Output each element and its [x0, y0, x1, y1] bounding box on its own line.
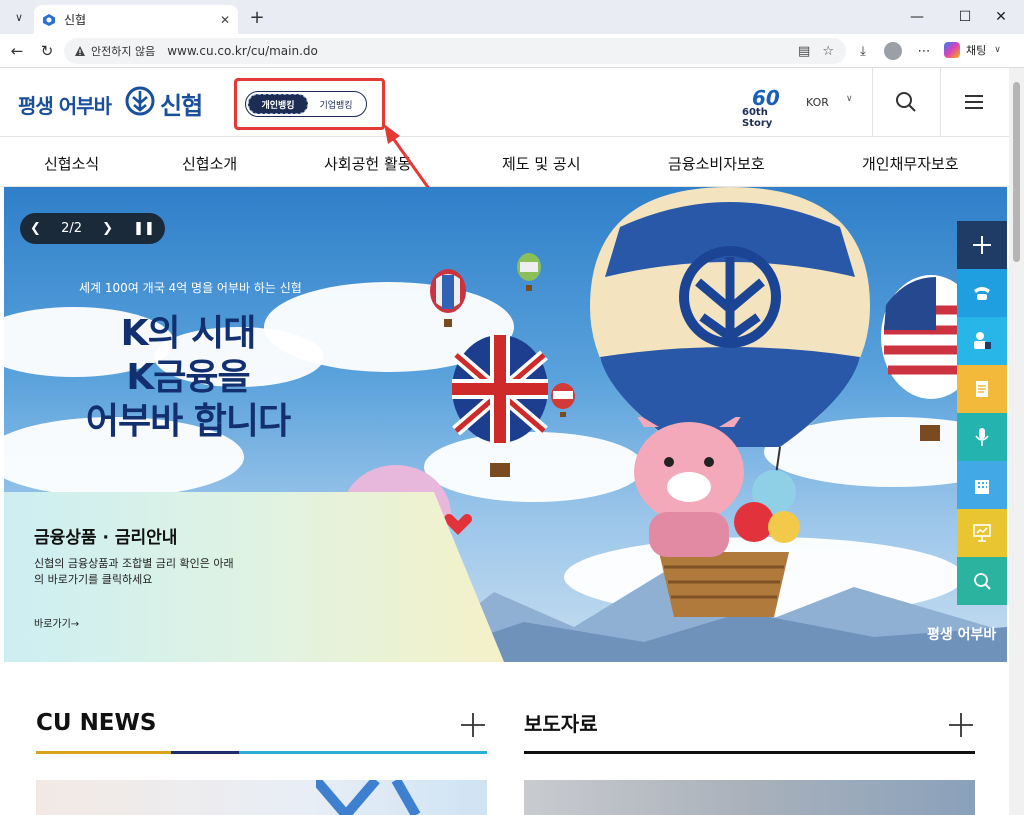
nav-item-disclosure[interactable]: 제도 및 공시 [502, 153, 581, 174]
slide-pause-icon[interactable]: ❚❚ [133, 221, 155, 236]
reload-icon[interactable]: ↻ [36, 40, 58, 62]
cu-news-title: CU NEWS [36, 710, 157, 736]
cu-news-more-plus-icon[interactable] [460, 712, 486, 738]
hero-title-line: K금융을 [126, 357, 250, 398]
logo-text[interactable]: 신협 [160, 86, 203, 121]
url-text[interactable]: www.cu.co.kr/cu/main.do [167, 44, 798, 58]
balloon-small-image [430, 269, 466, 327]
address-bar: ← ↻ 안전하지 않음 www.cu.co.kr/cu/main.do ▤ ☆ … [0, 34, 1024, 68]
small-characters-image [734, 470, 800, 543]
hero-title: K의 시대 K금융을 어부바 합니다 [68, 312, 308, 444]
profile-avatar[interactable] [884, 42, 902, 60]
copilot-icon [944, 42, 960, 58]
hero-title-line: 어부바 합니다 [85, 401, 291, 442]
more-menu-icon[interactable]: ⋯ [914, 41, 934, 61]
story-label: 60th Story [742, 107, 773, 129]
slide-prev-icon[interactable]: ❮ [30, 221, 41, 236]
cu-favicon-icon [42, 13, 56, 27]
slider-controls: ❮ 2/2 ❯ ❚❚ [20, 213, 165, 244]
hero-slogan: 평생 어부바 [927, 627, 997, 643]
quick-search-button[interactable] [957, 557, 1007, 605]
tab-title: 신협 [64, 13, 87, 27]
banker-icon [974, 332, 991, 349]
insecure-label[interactable]: 안전하지 않음 [91, 43, 155, 59]
downloads-icon[interactable]: ⤓ [853, 41, 873, 61]
quick-presentation-button[interactable] [957, 509, 1007, 557]
slide-next-icon[interactable]: ❯ [102, 221, 113, 236]
news-thumbnail-graphic [316, 780, 421, 815]
header-divider [940, 68, 941, 137]
balloon-small-image [551, 383, 575, 417]
window-close-icon[interactable]: ✕ [978, 0, 1024, 34]
slide-counter: 2/2 [61, 221, 82, 236]
search-chart-icon [974, 573, 991, 590]
quick-menu [957, 221, 1007, 605]
balloon-small-image [517, 253, 541, 291]
phone-icon [974, 287, 990, 300]
press-release-title: 보도자료 [524, 712, 598, 736]
quick-phone-button[interactable] [957, 269, 1007, 317]
page-scrollbar[interactable] [1009, 68, 1024, 815]
hero-subtitle: 세계 100여 개국 4억 명을 어부바 하는 신협 [79, 281, 302, 295]
language-select[interactable]: KOR [806, 96, 829, 109]
hero-banner[interactable]: ❮ 2/2 ❯ ❚❚ 세계 100여 개국 4억 명을 어부바 하는 신협 K의… [4, 187, 1007, 662]
60th-story-badge[interactable]: 60 60th Story [742, 86, 790, 129]
back-arrow-icon[interactable]: ← [6, 40, 28, 62]
warning-triangle-icon [75, 46, 85, 56]
new-tab-plus-icon[interactable]: + [246, 6, 268, 28]
nav-item-consumer[interactable]: 금융소비자보호 [668, 153, 765, 174]
promo-title: 금융상품 · 금리안내 [34, 528, 178, 548]
url-field[interactable]: 안전하지 않음 www.cu.co.kr/cu/main.do ▤ ☆ [64, 38, 846, 64]
section-underline [524, 751, 975, 754]
favorite-star-icon[interactable]: ☆ [822, 44, 834, 59]
tab-list-chevron-icon[interactable]: ∨ [8, 6, 30, 28]
quick-banker-button[interactable] [957, 317, 1007, 365]
news-thumbnail[interactable] [36, 780, 487, 815]
header-divider [872, 68, 873, 137]
quick-mic-button[interactable] [957, 413, 1007, 461]
chevron-down-icon: ∨ [994, 45, 1001, 55]
minimize-icon[interactable]: — [894, 0, 940, 34]
copilot-label: 채팅 [966, 44, 987, 57]
plus-icon [973, 236, 991, 254]
microphone-icon [975, 428, 989, 446]
scrollbar-thumb[interactable] [1013, 82, 1020, 262]
hero-title-line: K의 시대 [120, 313, 257, 354]
copilot-button[interactable]: 채팅 ∨ [944, 42, 1001, 58]
press-more-plus-icon[interactable] [948, 712, 974, 738]
quick-document-button[interactable] [957, 365, 1007, 413]
search-icon[interactable] [894, 90, 918, 114]
document-icon [976, 381, 988, 397]
annotation-highlight-box [234, 78, 385, 130]
cu-logo-icon[interactable] [125, 86, 155, 116]
presentation-icon [973, 524, 991, 542]
section-underline [36, 751, 171, 754]
browser-tab[interactable]: 신협 ✕ [34, 5, 238, 34]
chevron-down-icon[interactable]: ∨ [846, 94, 853, 104]
reader-mode-icon[interactable]: ▤ [798, 44, 810, 59]
nav-item-news[interactable]: 신협소식 [44, 153, 99, 174]
building-icon [975, 480, 989, 494]
promo-shortcut-link[interactable]: 바로가기→ [34, 615, 79, 630]
quick-building-button[interactable] [957, 461, 1007, 509]
section-underline [171, 751, 239, 754]
tab-close-icon[interactable]: ✕ [220, 13, 230, 27]
nav-item-about[interactable]: 신협소개 [182, 153, 237, 174]
hamburger-menu-icon[interactable] [962, 90, 986, 114]
promo-description: 신협의 금융상품과 조합별 금리 확인은 아래의 바로가기를 클릭하세요 [34, 557, 234, 586]
browser-tab-bar: ∨ 신협 ✕ + — ☐ ✕ [0, 0, 1024, 34]
nav-item-debtor[interactable]: 개인채무자보호 [862, 153, 959, 174]
section-underline [239, 751, 487, 754]
press-thumbnail[interactable] [524, 780, 975, 815]
quick-plus-button[interactable] [957, 221, 1007, 269]
logo-slogan[interactable]: 평생 어부바 [18, 90, 112, 119]
main-navigation: 신협소식 신협소개 사회공헌 활동 제도 및 공시 금융소비자보호 개인채무자보… [0, 137, 1024, 187]
